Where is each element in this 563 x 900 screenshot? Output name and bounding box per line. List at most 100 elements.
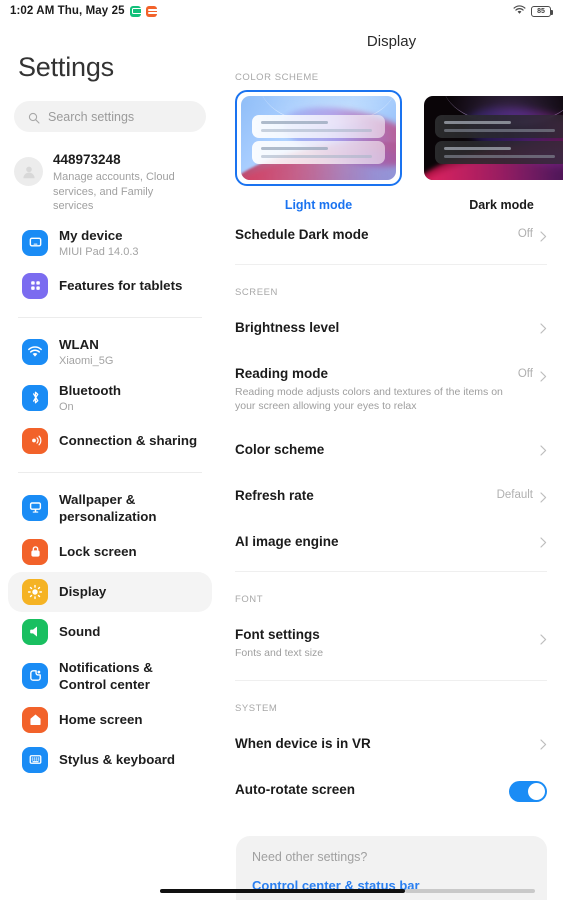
sidebar-item-text: Home screen <box>59 711 143 728</box>
sidebar-item-label: Bluetooth <box>59 382 122 398</box>
sidebar-divider <box>18 316 202 318</box>
auto-rotate-toggle[interactable] <box>509 781 547 802</box>
light-mode-thumbnail[interactable] <box>235 90 402 186</box>
sidebar-divider <box>18 471 202 473</box>
sidebar-item-text: Sound <box>59 623 100 640</box>
connection-sharing-icon <box>22 427 48 454</box>
row-refresh-rate[interactable]: Refresh rate Default <box>235 473 547 519</box>
sidebar-item-account[interactable]: 448973248 Manage accounts, Cloud service… <box>0 132 220 220</box>
sidebar-item-bluetooth[interactable]: Bluetooth On <box>8 375 212 421</box>
dark-mode-thumbnail[interactable] <box>418 90 563 186</box>
account-id: 448973248 <box>53 152 121 167</box>
sidebar-item-text: My device MIUI Pad 14.0.3 <box>59 227 139 259</box>
sidebar-item-text: Display <box>59 583 106 600</box>
sidebar-item-lock-screen[interactable]: Lock screen <box>8 532 212 572</box>
tablet-icon <box>22 229 48 256</box>
sidebar-item-label: Features for tablets <box>59 278 183 293</box>
bluetooth-icon <box>22 384 48 411</box>
row-title: When device is in VR <box>235 736 371 751</box>
row-ai-image-engine[interactable]: AI image engine <box>235 519 547 565</box>
row-title: Reading mode <box>235 366 329 381</box>
lock-icon <box>22 538 48 565</box>
account-subtitle: Manage accounts, Cloud services, and Fam… <box>53 171 175 212</box>
sidebar-item-wlan[interactable]: WLAN Xiaomi_5G <box>8 329 212 375</box>
sidebar-item-label: Connection & sharing <box>59 433 198 448</box>
wallpaper-icon <box>22 494 48 521</box>
sidebar-item-connection-sharing[interactable]: Connection & sharing <box>8 421 212 461</box>
sidebar-item-text: Notifications & Control center <box>59 659 202 693</box>
sidebar-item-wallpaper-personalization[interactable]: Wallpaper & personalization <box>8 484 212 532</box>
need-other-settings-title: Need other settings? <box>252 850 368 864</box>
scheme-option-light[interactable]: Light mode <box>235 90 402 212</box>
gesture-bar-primary[interactable] <box>160 889 405 893</box>
sidebar-item-notifications-control-center[interactable]: Notifications & Control center <box>8 652 212 700</box>
content-title: Display <box>366 33 417 50</box>
sidebar-item-stylus-keyboard[interactable]: Stylus & keyboard <box>8 740 212 780</box>
grid-apps-icon <box>22 272 48 299</box>
sidebar-item-text: Wallpaper & personalization <box>59 491 202 525</box>
sidebar-item-features-for-tablets[interactable]: Features for tablets <box>8 266 212 306</box>
sidebar-item-text: Features for tablets <box>59 277 182 294</box>
row-title: Auto-rotate screen <box>235 782 356 797</box>
color-scheme-options: Light mode Dark mode <box>220 90 563 212</box>
sidebar-item-text: Connection & sharing <box>59 432 197 449</box>
search-input[interactable]: Search settings <box>14 101 206 132</box>
row-reading-mode[interactable]: Reading mode Reading mode adjusts colors… <box>235 351 547 427</box>
row-color-scheme[interactable]: Color scheme <box>235 427 547 473</box>
chevron-right-icon <box>540 490 547 503</box>
sidebar-item-text: Stylus & keyboard <box>59 751 175 768</box>
gesture-bar-secondary[interactable] <box>405 889 535 893</box>
sidebar-item-label: Sound <box>59 624 101 639</box>
sidebar-item-home-screen[interactable]: Home screen <box>8 700 212 740</box>
scheme-option-dark[interactable]: Dark mode <box>418 90 563 212</box>
wifi-icon <box>22 338 48 365</box>
sidebar-item-label: Lock screen <box>59 544 137 559</box>
sidebar-item-label: Notifications & Control center <box>59 659 153 692</box>
content-panel: Display COLOR SCHEME Light mode Dark mod… <box>220 0 563 900</box>
sidebar-item-label: Display <box>59 584 107 599</box>
sidebar-item-text: Bluetooth On <box>59 382 121 414</box>
sidebar-item-label: My device <box>59 227 123 243</box>
row-title: Font settings <box>235 627 320 642</box>
search-placeholder: Search settings <box>48 109 135 124</box>
section-label-system: SYSTEM <box>235 703 278 714</box>
sidebar-item-label: Wallpaper & personalization <box>59 491 157 524</box>
sidebar-item-text: WLAN Xiaomi_5G <box>59 336 113 368</box>
sidebar-item-label: WLAN <box>59 336 99 352</box>
chevron-right-icon <box>540 632 547 645</box>
chevron-right-icon <box>540 535 547 548</box>
row-title: Refresh rate <box>235 488 314 503</box>
row-font-settings[interactable]: Font settings Fonts and text size <box>235 612 547 674</box>
keyboard-icon <box>22 746 48 773</box>
row-brightness-level[interactable]: Brightness level <box>235 305 547 351</box>
sidebar: Settings Search settings 448973248 Manag… <box>0 0 220 900</box>
speaker-icon <box>22 618 48 645</box>
sidebar-item-sublabel: Xiaomi_5G <box>59 354 114 367</box>
search-icon <box>28 111 40 124</box>
row-title: AI image engine <box>235 534 339 549</box>
sidebar-item-display[interactable]: Display <box>8 571 212 612</box>
sidebar-item-my-device[interactable]: My device MIUI Pad 14.0.3 <box>8 220 212 266</box>
scheme-label-dark: Dark mode <box>469 198 534 212</box>
settings-app: 1:02 AM Thu, May 25 85 Settings Search s… <box>0 0 563 900</box>
notification-icon <box>22 662 48 689</box>
sidebar-item-label: Home screen <box>59 712 143 727</box>
home-icon <box>22 706 48 733</box>
sidebar-item-sublabel: On <box>59 400 74 413</box>
chevron-right-icon <box>540 369 547 382</box>
chevron-right-icon <box>540 737 547 750</box>
chevron-right-icon <box>540 321 547 334</box>
scheme-label-light: Light mode <box>284 198 353 212</box>
brightness-sun-icon <box>22 578 48 605</box>
section-label-font: FONT <box>235 594 264 605</box>
row-when-device-in-vr[interactable]: When device is in VR <box>235 721 547 767</box>
sidebar-item-sound[interactable]: Sound <box>8 612 212 652</box>
row-value: Off <box>517 228 533 240</box>
chevron-right-icon <box>540 229 547 242</box>
row-schedule-dark-mode[interactable]: Schedule Dark mode Off <box>235 212 547 258</box>
row-title: Schedule Dark mode <box>235 227 369 242</box>
chevron-right-icon <box>540 443 547 456</box>
row-title: Color scheme <box>235 442 325 457</box>
row-auto-rotate-screen[interactable]: Auto-rotate screen <box>235 767 547 816</box>
person-avatar-icon <box>14 157 43 186</box>
